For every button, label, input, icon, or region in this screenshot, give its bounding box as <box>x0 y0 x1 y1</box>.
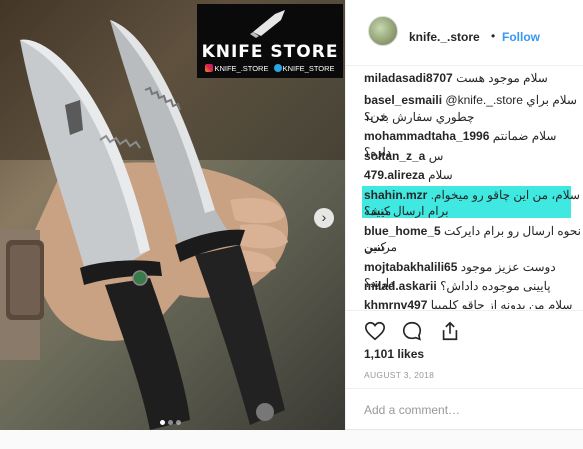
carousel-next-button[interactable]: › <box>314 208 334 228</box>
comment-username[interactable]: shahin.mzr <box>364 188 427 202</box>
carousel-dots <box>160 412 184 430</box>
logo-instagram-handle: KNIFE_.STORE <box>214 64 269 73</box>
post-sidebar: knife._.store • Follow miladasadi8707 سل… <box>345 0 583 430</box>
share-icon[interactable] <box>439 320 461 342</box>
post-header: knife._.store • Follow <box>346 0 583 66</box>
logo-handles: KNIFE_.STORE KNIFE_STORE <box>197 64 343 73</box>
comment-text: پایینی موجوده داداش؟ <box>440 279 551 293</box>
comment-text: برام ارسال کنید؟ <box>364 204 449 218</box>
post-date: AUGUST 3, 2018 <box>364 370 435 380</box>
comment-text: مرسی <box>364 240 398 254</box>
comment-continuation: برام ارسال کنید؟ <box>364 203 582 219</box>
heart-icon[interactable] <box>364 320 386 342</box>
carousel-dot <box>160 420 165 425</box>
comment: milad.askarii پایینی موجوده داداش؟ <box>364 278 582 294</box>
comment-username[interactable]: khmrnv497 <box>364 298 427 309</box>
avatar[interactable] <box>368 16 398 46</box>
header-separator: • <box>491 29 496 43</box>
likes-count[interactable]: 1,101 likes <box>364 347 424 361</box>
comment-username[interactable]: milad.askarii <box>364 279 437 293</box>
add-comment-input[interactable] <box>364 399 574 421</box>
comment-continuation: مرسی <box>364 239 582 255</box>
telegram-icon <box>273 64 282 72</box>
comment-username[interactable]: blue_home_5 <box>364 224 441 238</box>
store-logo: KNIFE STORE KNIFE_.STORE KNIFE_STORE <box>197 4 343 78</box>
logo-title: KNIFE STORE <box>201 42 339 62</box>
comment-text: س <box>428 149 444 163</box>
header-username[interactable]: knife._.store <box>409 30 480 44</box>
comment-username[interactable]: miladasadi8707 <box>364 71 453 85</box>
post-photo[interactable]: KNIFE STORE KNIFE_.STORE KNIFE_STORE › <box>0 0 345 430</box>
follow-button[interactable]: Follow <box>502 30 540 44</box>
carousel-dot <box>176 420 181 425</box>
comment-username[interactable]: basel_esmaili <box>364 93 442 107</box>
comment-username[interactable]: soltan_z_a <box>364 149 425 163</box>
comment: 479.alireza سلام <box>364 167 582 183</box>
action-bar <box>346 310 583 350</box>
carousel-dot <box>168 420 173 425</box>
comment-continuation: چطوري سفارش بدن؟ <box>364 109 582 125</box>
comment-text: سلام موجود هست <box>456 71 548 85</box>
comment-username[interactable]: 479.alireza <box>364 168 425 182</box>
comment-text: چطوري سفارش بدن؟ <box>364 110 475 124</box>
comments-list[interactable]: miladasadi8707 سلام موجود هست basel_esma… <box>346 66 583 309</box>
comment: miladasadi8707 سلام موجود هست <box>364 70 582 86</box>
comment-username[interactable]: mojtabakhalili65 <box>364 260 457 274</box>
add-comment-bar <box>346 388 583 430</box>
comment-bubble-icon[interactable] <box>401 320 423 342</box>
logo-telegram-handle: KNIFE_STORE <box>282 64 335 73</box>
comment: soltan_z_a س <box>364 148 582 164</box>
instagram-icon <box>205 64 214 72</box>
comment-text: سلام <box>428 168 453 182</box>
knife-icon <box>250 10 285 38</box>
comment: khmrnv497 سلام من بدونه از چاقو کلمبیا ک… <box>364 297 582 309</box>
instagram-post: KNIFE STORE KNIFE_.STORE KNIFE_STORE › k… <box>0 0 583 430</box>
comment-username[interactable]: mohammadtaha_1996 <box>364 129 489 143</box>
